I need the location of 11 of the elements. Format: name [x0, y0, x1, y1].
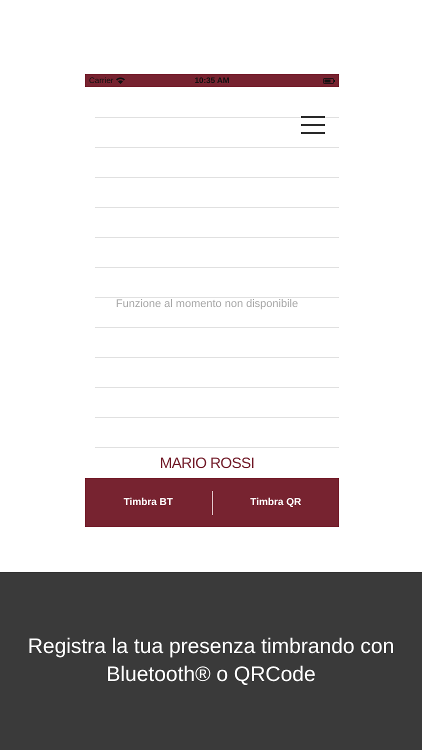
unavailable-message: Funzione al momento non disponibile	[116, 298, 298, 310]
caption-text: Registra la tua presenza timbrando con Bluetooth® o QRCode	[26, 634, 396, 688]
menu-icon	[301, 115, 325, 135]
status-time: 10:35 AM	[194, 76, 230, 85]
menu-button[interactable]	[301, 115, 325, 135]
user-name: MARIO ROSSI	[160, 454, 254, 472]
wifi-icon	[116, 77, 126, 84]
battery-icon	[323, 78, 335, 84]
carrier-label: Carrier	[89, 76, 114, 85]
stamp-button[interactable]: Timbra BT	[85, 478, 212, 527]
stamp-button[interactable]: Timbra QR	[212, 478, 339, 527]
